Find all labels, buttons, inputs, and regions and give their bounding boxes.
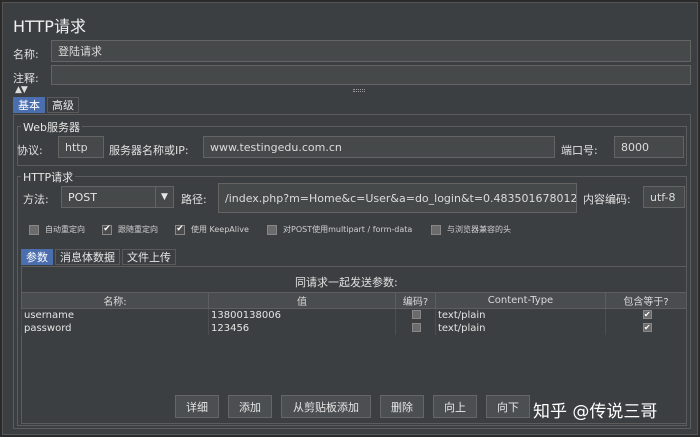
column-header-include-equals[interactable]: 包含等于? [605, 292, 687, 309]
tab-parameters[interactable]: 参数 [21, 249, 53, 265]
web-server-group-label: Web服务器 [21, 119, 82, 135]
parameters-table: 名称: 值 编码? Content-Type 包含等于? username 13… [21, 292, 687, 335]
comment-field[interactable] [51, 65, 691, 85]
column-header-value[interactable]: 值 [208, 292, 396, 309]
http-request-panel: HTTP请求 名称: 登陆请求 注释: ▲▼ 基本 高级 Web服务器 协议: … [2, 2, 698, 435]
encoding-field[interactable]: utf-8 [643, 186, 685, 208]
tab-basic[interactable]: 基本 [13, 97, 45, 113]
browser-headers-checkbox[interactable]: 与浏览器兼容的头 [431, 224, 511, 235]
checkmark-icon: ✔ [102, 224, 112, 235]
encoding-label: 内容编码: [583, 193, 631, 206]
add-button[interactable]: 添加 [228, 395, 272, 418]
checkbox-icon [29, 224, 39, 235]
encode-checkbox[interactable] [395, 321, 436, 335]
checkmark-icon: ✔ [642, 323, 652, 332]
checkbox-icon [431, 224, 441, 235]
move-up-button[interactable]: 向上 [433, 395, 477, 418]
host-field[interactable]: www.testingedu.com.cn [203, 136, 555, 158]
include-equals-checkbox[interactable]: ✔ [605, 308, 687, 322]
detail-button[interactable]: 详细 [175, 395, 219, 418]
protocol-field[interactable]: http [58, 136, 104, 158]
keepalive-checkbox[interactable]: ✔ 使用 KeepAlive [175, 224, 249, 235]
param-content-type[interactable]: text/plain [435, 321, 606, 335]
comment-label: 注释: [13, 72, 39, 85]
encode-checkbox[interactable] [395, 308, 436, 322]
watermark: 知乎 @传说三哥 [533, 402, 658, 422]
include-equals-checkbox[interactable]: ✔ [605, 321, 687, 335]
checkmark-icon: ✔ [642, 310, 652, 320]
panel-title: HTTP请求 [13, 17, 86, 36]
multipart-checkbox[interactable]: 对POST使用multipart / form-data [267, 224, 412, 235]
method-label: 方法: [23, 193, 49, 206]
param-name[interactable]: password [21, 321, 209, 335]
column-header-encode[interactable]: 编码? [395, 292, 436, 309]
checkbox-icon [267, 224, 277, 235]
name-field[interactable]: 登陆请求 [51, 40, 691, 62]
tab-file-upload[interactable]: 文件上传 [122, 249, 176, 265]
move-down-button[interactable]: 向下 [486, 395, 530, 418]
tab-advanced[interactable]: 高级 [47, 97, 79, 113]
http-request-group-label: HTTP请求 [21, 169, 76, 185]
chevron-down-icon[interactable]: ▼ [155, 187, 173, 207]
delete-button[interactable]: 删除 [380, 395, 424, 418]
checkmark-icon: ✔ [175, 224, 185, 235]
column-header-content-type[interactable]: Content-Type [435, 292, 606, 309]
port-label: 端口号: [561, 144, 598, 157]
host-label: 服务器名称或IP: [109, 144, 189, 157]
param-name[interactable]: username [21, 308, 209, 322]
column-header-name[interactable]: 名称: [21, 292, 209, 309]
checkbox-icon [412, 310, 421, 320]
add-from-clipboard-button[interactable]: 从剪贴板添加 [281, 395, 371, 418]
auto-redirect-checkbox[interactable]: 自动重定向 [29, 224, 85, 235]
name-label: 名称: [13, 48, 39, 61]
collapse-arrows-icon[interactable]: ▲▼ [15, 85, 28, 95]
table-row[interactable]: password 123456 text/plain ✔ [21, 321, 687, 335]
params-caption: 同请求一起发送参数: [295, 276, 398, 289]
table-row[interactable]: username 13800138006 text/plain ✔ [21, 308, 687, 322]
param-value[interactable]: 123456 [208, 321, 396, 335]
protocol-label: 协议: [17, 144, 43, 157]
split-grip-icon[interactable] [353, 89, 365, 92]
port-field[interactable]: 8000 [614, 136, 684, 158]
method-value: POST [68, 190, 97, 204]
param-value[interactable]: 13800138006 [208, 308, 396, 322]
follow-redirect-checkbox[interactable]: ✔ 跟随重定向 [102, 224, 158, 235]
path-field[interactable]: /index.php?m=Home&c=User&a=do_login&t=0.… [218, 183, 577, 213]
path-label: 路径: [181, 193, 207, 206]
checkbox-icon [412, 323, 421, 332]
param-content-type[interactable]: text/plain [435, 308, 606, 322]
tab-body-data[interactable]: 消息体数据 [55, 249, 120, 265]
method-select[interactable]: POST ▼ [61, 186, 174, 208]
